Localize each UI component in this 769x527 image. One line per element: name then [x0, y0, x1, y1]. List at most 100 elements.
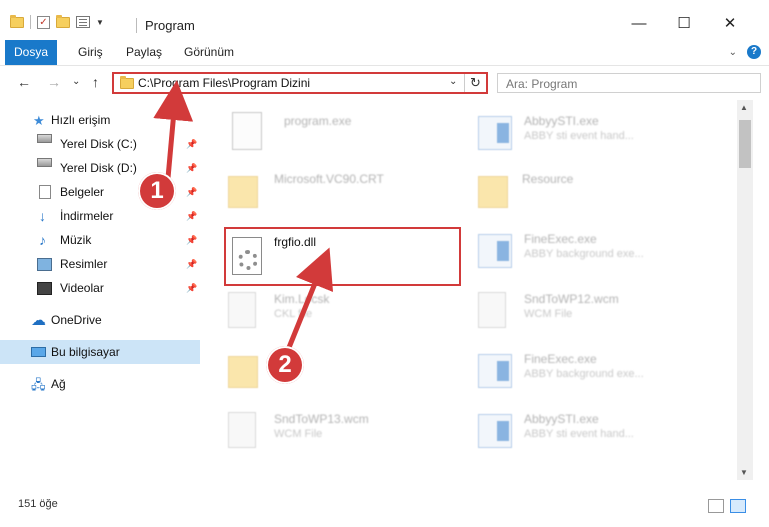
help-icon[interactable]: ? [747, 45, 761, 59]
sidebar-item-onedrive[interactable]: ☁ OneDrive [0, 308, 200, 332]
list-item[interactable]: AbbyySTI.exe ABBY sti event hand... [478, 410, 698, 456]
file-name: Microsoft.VC90.CRT [274, 172, 384, 186]
new-folder-icon[interactable] [56, 14, 70, 28]
list-item[interactable]: SndToWP13.wcm WCM File [228, 410, 448, 456]
address-dropdown-icon[interactable]: ⌄ [449, 76, 457, 87]
expand-ribbon-chevron-icon[interactable]: ⌄ [729, 47, 737, 58]
music-icon: ♪ [39, 231, 46, 248]
recent-locations-chevron-icon[interactable]: ⌄ [72, 76, 80, 87]
refresh-button[interactable]: ↻ [464, 74, 486, 92]
title-bar: ✓ ▼ Program — ☐ ✕ [0, 0, 769, 40]
sidebar-item-label: OneDrive [51, 313, 102, 327]
sidebar-item-videos[interactable]: Videolar 📌 [0, 276, 200, 300]
file-name: FineExec.exe [524, 232, 597, 246]
application-icon [478, 414, 512, 448]
scroll-up-arrow-icon[interactable]: ▲ [740, 103, 748, 112]
sidebar-item-quick-access[interactable]: ★ Hızlı erişim [0, 108, 200, 132]
sidebar-item-local-disk-c[interactable]: Yerel Disk (C:) 📌 [0, 132, 200, 156]
scroll-thumb[interactable] [739, 120, 751, 168]
file-name: Kim.Locsk [274, 292, 330, 306]
pin-icon[interactable]: 📌 [186, 235, 197, 246]
search-placeholder: Ara: Program [506, 77, 578, 91]
application-icon [232, 112, 262, 150]
sidebar-item-label: Ağ [51, 377, 66, 391]
sidebar-item-pictures[interactable]: Resimler 📌 [0, 252, 200, 276]
up-button[interactable]: ↑ [92, 74, 99, 90]
window-title: Program [145, 18, 195, 33]
minimize-button[interactable]: — [624, 12, 654, 36]
customize-toolbar-caret-icon[interactable]: ▼ [96, 18, 104, 27]
folder-icon[interactable] [10, 14, 24, 28]
large-icons-view-icon[interactable] [730, 499, 746, 513]
document-icon [228, 412, 256, 448]
ribbon: Dosya Giriş Paylaş Görünüm ⌄ ? [0, 40, 769, 66]
file-description: CKL file [274, 308, 313, 320]
title-separator [136, 18, 137, 33]
file-name: SndToWP12.wcm [524, 292, 619, 306]
address-path[interactable]: C:\Program Files\Program Dizini [138, 76, 310, 90]
tab-share[interactable]: Paylaş [126, 40, 162, 65]
scroll-down-arrow-icon[interactable]: ▼ [740, 468, 748, 477]
sidebar-item-label: Belgeler [60, 185, 105, 199]
properties-icon[interactable] [76, 16, 90, 28]
toolbar-separator [30, 15, 31, 29]
file-name: SndToWP13.wcm [274, 412, 369, 426]
list-item[interactable]: Microsoft.VC90.CRT [228, 170, 448, 216]
file-name: AbbyySTI.exe [524, 412, 599, 426]
file-description: WCM File [274, 428, 323, 440]
close-button[interactable]: ✕ [715, 12, 745, 36]
details-view-icon[interactable] [708, 499, 724, 513]
sidebar-item-network[interactable]: 🖧 Ağ [0, 372, 200, 396]
file-description: WCM File [524, 308, 573, 320]
tab-file[interactable]: Dosya [5, 40, 57, 65]
list-item[interactable]: FineExec.exe ABBY background exe... [478, 350, 698, 396]
pin-icon[interactable]: 📌 [186, 211, 197, 222]
tab-home[interactable]: Giriş [78, 40, 103, 65]
pin-icon[interactable]: 📌 [186, 283, 197, 294]
sidebar-item-label: Yerel Disk (D:) [60, 161, 137, 175]
pin-icon[interactable]: 📌 [186, 187, 197, 198]
vertical-scrollbar[interactable]: ▲ ▼ [737, 100, 753, 480]
search-box[interactable]: Ara: Program [497, 73, 761, 93]
maximize-button[interactable]: ☐ [669, 12, 699, 36]
pin-icon[interactable]: 📌 [186, 139, 197, 150]
sidebar-item-music[interactable]: ♪ Müzik 📌 [0, 228, 200, 252]
pin-icon[interactable]: 📌 [186, 163, 197, 174]
list-item[interactable]: program.exe [232, 112, 452, 158]
file-name: frgfio.dll [274, 235, 317, 249]
highlighted-file-frgfio-dll[interactable]: frgfio.dll [224, 227, 461, 286]
sidebar-item-this-pc[interactable]: Bu bilgisayar [0, 340, 200, 364]
folder-icon [120, 76, 134, 89]
status-bar: 151 öğe [0, 490, 769, 527]
sidebar-item-label: Videolar [60, 281, 104, 295]
application-icon [478, 234, 512, 268]
pin-icon[interactable]: 📌 [186, 259, 197, 270]
list-item[interactable]: Kim.Locsk CKL file [228, 290, 448, 336]
navigation-bar: ← → ⌄ ↑ C:\Program Files\Program Dizini … [0, 66, 769, 100]
file-name: AbbyySTI.exe [524, 114, 599, 128]
gear-icon [238, 250, 258, 270]
application-icon [478, 116, 512, 150]
sidebar-item-downloads[interactable]: ↓ İndirmeler 📌 [0, 204, 200, 228]
address-bar[interactable]: C:\Program Files\Program Dizini ⌄ ↻ [112, 72, 488, 94]
back-button[interactable]: ← [17, 74, 31, 90]
star-icon: ★ [33, 112, 45, 128]
file-list: program.exe AbbyySTI.exe ABBY sti event … [200, 100, 737, 480]
computer-icon [31, 347, 46, 357]
dll-gear-icon [232, 237, 262, 275]
forward-button[interactable]: → [47, 74, 61, 90]
properties-check-icon[interactable]: ✓ [37, 15, 50, 29]
list-item[interactable]: Resource [478, 170, 698, 216]
list-item[interactable]: AbbyySTI.exe ABBY sti event hand... [478, 112, 698, 158]
list-item[interactable] [228, 350, 448, 396]
file-description: ABBY sti event hand... [524, 428, 634, 440]
list-item[interactable]: FineExec.exe ABBY background exe... [478, 230, 698, 276]
tab-view[interactable]: Görünüm [184, 40, 234, 65]
video-icon [37, 281, 52, 295]
file-name: program.exe [284, 114, 352, 128]
callout-number-2: 2 [266, 346, 304, 384]
document-icon [478, 292, 506, 328]
pictures-icon [37, 257, 52, 271]
navigation-pane: ★ Hızlı erişim Yerel Disk (C:) 📌 Yerel D… [0, 100, 200, 480]
list-item[interactable]: SndToWP12.wcm WCM File [478, 290, 698, 336]
